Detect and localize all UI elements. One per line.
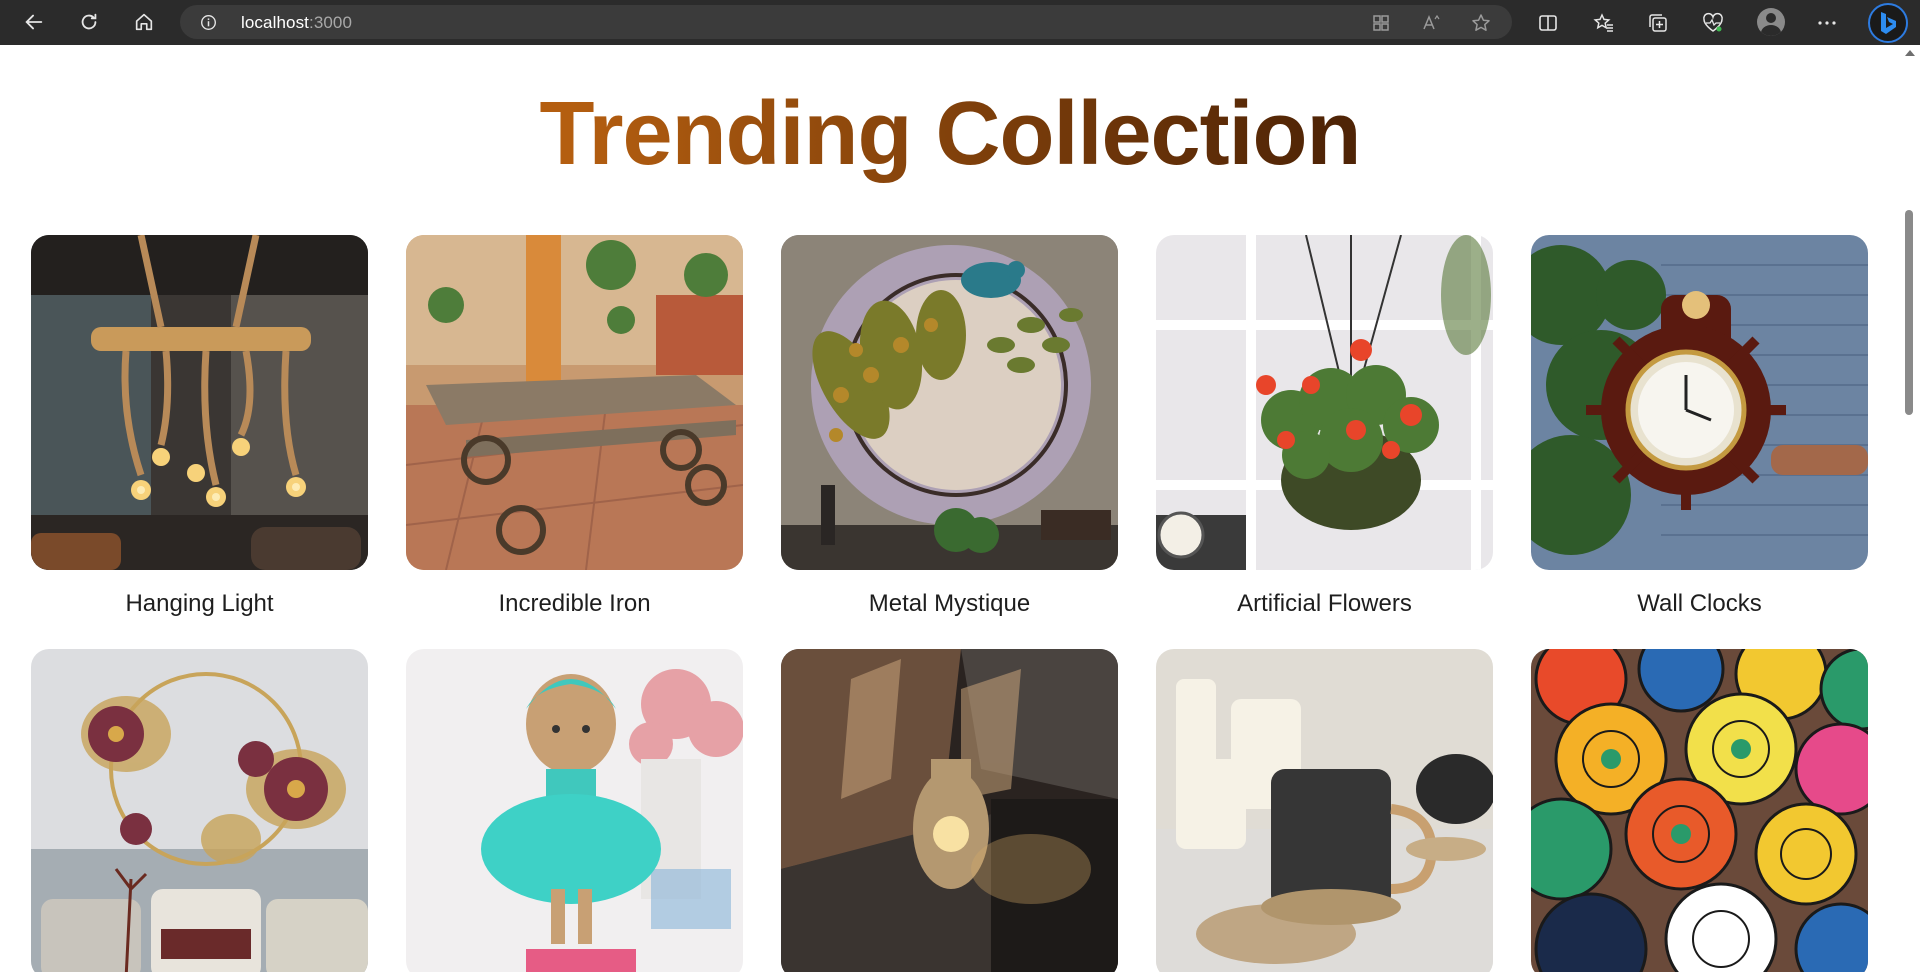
metal-flower-wall-art-image[interactable] (31, 649, 368, 972)
favorites-star-icon (1593, 13, 1613, 32)
product-card-hanging-light[interactable]: Hanging Light (31, 235, 368, 618)
url-text[interactable]: localhost:3000 (241, 13, 352, 33)
hanging-light-image[interactable] (31, 235, 368, 570)
info-icon[interactable] (200, 14, 217, 31)
collections-icon (1649, 14, 1667, 32)
metal-peacock-image[interactable] (781, 235, 1118, 570)
bing-logo-icon (1881, 12, 1896, 34)
product-card-lamp-vase[interactable] (781, 649, 1118, 972)
product-card-painted-bowls[interactable] (1531, 649, 1868, 972)
product-label[interactable]: Artificial Flowers (1156, 590, 1493, 618)
painted-bowls-image[interactable] (1531, 649, 1868, 972)
bing-copilot-button[interactable] (1868, 3, 1908, 43)
read-aloud-button[interactable] (1420, 12, 1444, 34)
app-available-button[interactable] (1369, 12, 1393, 34)
product-card-wall-clocks[interactable]: Wall Clocks (1531, 235, 1868, 618)
iron-bench-image[interactable] (406, 235, 743, 570)
refresh-button[interactable] (71, 8, 107, 36)
collections-button[interactable] (1644, 9, 1672, 37)
home-icon (135, 13, 153, 31)
product-card-crochet-doll[interactable] (406, 649, 743, 972)
favorites-button[interactable] (1590, 9, 1618, 37)
product-card-ceramic-mug[interactable] (1156, 649, 1493, 972)
product-label[interactable]: Hanging Light (31, 590, 368, 618)
split-screen-icon (1539, 15, 1557, 31)
crochet-doll-image[interactable] (406, 649, 743, 972)
product-card-metal-mystique[interactable]: Metal Mystique (781, 235, 1118, 618)
page-title: Trending Collection (0, 85, 1900, 184)
back-arrow-icon (25, 14, 43, 30)
read-aloud-icon (1423, 14, 1440, 30)
page-content: Trending Collection Hanging Light Incred… (0, 45, 1900, 972)
home-button[interactable] (126, 8, 162, 36)
refresh-icon (81, 13, 97, 30)
product-card-metal-flower-wall-art[interactable] (31, 649, 368, 972)
settings-more-button[interactable] (1813, 9, 1841, 37)
address-bar[interactable]: localhost:3000 (180, 5, 1512, 39)
scrollbar-thumb[interactable] (1905, 210, 1913, 415)
product-label[interactable]: Metal Mystique (781, 590, 1118, 618)
browser-essentials-button[interactable] (1699, 9, 1727, 37)
product-card-artificial-flowers[interactable]: Artificial Flowers (1156, 235, 1493, 618)
browser-toolbar: localhost:3000 (0, 0, 1920, 45)
back-button[interactable] (16, 8, 52, 36)
page-scrollbar[interactable] (1900, 45, 1920, 972)
star-icon (1472, 14, 1490, 31)
heart-pulse-icon (1703, 12, 1723, 32)
product-card-incredible-iron[interactable]: Incredible Iron (406, 235, 743, 618)
split-screen-button[interactable] (1534, 9, 1562, 37)
scroll-up-arrow-icon[interactable] (1905, 50, 1915, 56)
app-grid-icon (1373, 15, 1389, 31)
favorite-button[interactable] (1469, 12, 1493, 34)
ceramic-mug-image[interactable] (1156, 649, 1493, 972)
lamp-vase-image[interactable] (781, 649, 1118, 972)
more-dots-icon (1818, 21, 1836, 25)
profile-avatar[interactable] (1757, 8, 1785, 36)
product-label[interactable]: Incredible Iron (406, 590, 743, 618)
product-label[interactable]: Wall Clocks (1531, 590, 1868, 618)
wall-clock-image[interactable] (1531, 235, 1868, 570)
hanging-flowers-image[interactable] (1156, 235, 1493, 570)
